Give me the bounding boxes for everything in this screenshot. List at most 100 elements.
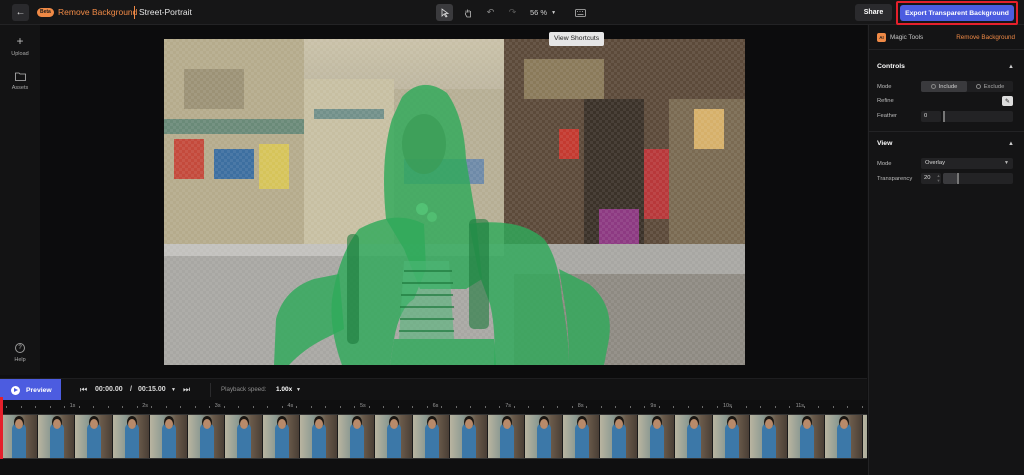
redo-button[interactable]: ↷	[504, 4, 521, 21]
feather-input[interactable]: 0	[921, 111, 941, 122]
upload-button[interactable]: + Upload	[0, 35, 40, 57]
ruler-tick	[238, 406, 239, 408]
magic-tools-label[interactable]: Magic Tools	[890, 34, 923, 41]
zoom-dropdown[interactable]: 56 % ▼	[530, 5, 564, 20]
chevron-down-icon: ▼	[551, 9, 557, 16]
remove-background-link[interactable]: Remove Background	[956, 34, 1015, 41]
thumbnail-head	[52, 419, 61, 429]
ruler-tick	[644, 406, 645, 408]
filmstrip-thumbnail	[112, 415, 150, 458]
ruler-tick	[702, 406, 703, 408]
ruler-tick	[252, 406, 254, 408]
radio-icon	[975, 84, 981, 89]
ruler-label: 7s	[505, 403, 511, 409]
ruler-tick	[760, 406, 761, 408]
ruler-tick	[107, 406, 109, 408]
ruler-tick	[673, 406, 674, 408]
filmstrip-thumbnail	[75, 415, 113, 458]
ai-badge: AI	[877, 33, 886, 42]
ruler-label: 1s	[69, 403, 76, 409]
app-title: Remove Background	[58, 7, 138, 17]
ruler-tick	[803, 406, 805, 408]
plus-icon: +	[16, 34, 24, 48]
ruler-tick	[832, 406, 834, 408]
share-button[interactable]: Share	[855, 4, 892, 21]
ruler-label: 5s	[360, 403, 366, 409]
playback-speed-value[interactable]: 1.00x	[276, 386, 292, 393]
timeline-footer	[0, 459, 867, 475]
chevron-down-icon[interactable]: ▼	[296, 387, 301, 393]
video-canvas[interactable]	[164, 39, 745, 365]
mode-label: Mode	[877, 84, 892, 90]
ruler-tick	[296, 406, 297, 408]
keyboard-shortcuts-button[interactable]	[572, 4, 589, 21]
transparency-input[interactable]: 20 ▲ ▼	[921, 173, 941, 184]
view-mode-label: Mode	[877, 161, 892, 167]
ruler-tick	[383, 406, 384, 408]
help-button[interactable]: ? Help	[0, 343, 40, 363]
filmstrip-thumbnail	[0, 415, 38, 458]
ruler-tick	[310, 406, 312, 408]
ruler-tick	[455, 406, 457, 408]
export-highlight: Export Transparent Background	[896, 1, 1018, 25]
radio-icon	[930, 84, 936, 89]
transparency-slider[interactable]	[943, 173, 1013, 184]
filmstrip-thumbnail	[37, 415, 75, 458]
back-button[interactable]: ←	[12, 4, 29, 21]
thumbnail-head	[540, 419, 548, 429]
chevron-up-icon[interactable]: ▲	[1008, 64, 1014, 70]
upload-label: Upload	[11, 51, 29, 57]
ruler-tick	[93, 406, 94, 408]
select-tool-button[interactable]	[436, 4, 453, 21]
thumbnail-head	[427, 419, 436, 429]
project-name[interactable]: Street-Portrait	[139, 7, 192, 18]
redo-icon: ↷	[508, 7, 517, 17]
timeline-filmstrip[interactable]	[0, 414, 867, 459]
ruler-tick	[658, 406, 660, 408]
controls-section-title[interactable]: Controls	[877, 63, 905, 70]
right-panel: AI Magic Tools Remove Background Control…	[868, 25, 1024, 475]
select-icon	[441, 7, 449, 18]
filmstrip-thumbnail	[450, 415, 488, 458]
ruler-tick	[513, 406, 515, 408]
thumbnail-head	[277, 419, 286, 429]
filmstrip-thumbnail	[337, 415, 375, 458]
thumbnail-head	[315, 419, 323, 429]
ruler-tick	[716, 406, 718, 408]
ruler-tick	[789, 406, 790, 408]
skip-to-start-icon[interactable]: ⏮	[80, 385, 87, 395]
feather-slider[interactable]	[943, 111, 1013, 122]
refine-brush-button[interactable]: ✎	[1002, 96, 1013, 106]
stepper-icon[interactable]: ▲ ▼	[936, 173, 941, 184]
feather-value: 0	[924, 113, 928, 119]
chevron-down-icon[interactable]: ▼	[171, 387, 176, 393]
filmstrip-thumbnail	[487, 415, 525, 458]
feather-label: Feather	[877, 113, 897, 119]
mode-include-option[interactable]: Include	[921, 81, 967, 92]
mode-exclude-option[interactable]: Exclude	[967, 81, 1013, 92]
transparency-slider-thumb[interactable]	[957, 173, 959, 184]
ruler-tick	[397, 406, 399, 408]
timeline-ruler[interactable]: 1s 2s 3s 4s 5s 6s 7s 8s 9s 10s 11s	[0, 400, 867, 414]
undo-button[interactable]: ↶	[482, 4, 499, 21]
view-mode-dropdown[interactable]: Overlay ▼	[921, 158, 1013, 169]
ruler-tick	[412, 406, 413, 408]
divider	[210, 383, 211, 397]
ruler-label: 8s	[577, 403, 584, 409]
hand-tool-button[interactable]	[459, 4, 476, 21]
assets-button[interactable]: Assets	[0, 72, 40, 91]
view-section-title[interactable]: View	[877, 140, 892, 147]
transparency-slider-fill	[943, 173, 957, 184]
skip-to-end-icon[interactable]: ⏭	[183, 385, 190, 395]
timeline-playhead[interactable]	[0, 397, 3, 459]
filmstrip-thumbnail	[825, 415, 863, 458]
preview-button[interactable]: Preview	[0, 379, 61, 401]
canvas-stage	[40, 25, 867, 378]
ruler-tick	[281, 406, 283, 408]
export-transparent-background-button[interactable]: Export Transparent Background	[900, 5, 1014, 21]
feather-slider-thumb[interactable]	[943, 111, 945, 122]
thumbnail-head	[90, 419, 98, 429]
ruler-tick	[6, 406, 7, 408]
ruler-tick	[165, 406, 167, 408]
chevron-up-icon[interactable]: ▲	[1008, 141, 1014, 147]
